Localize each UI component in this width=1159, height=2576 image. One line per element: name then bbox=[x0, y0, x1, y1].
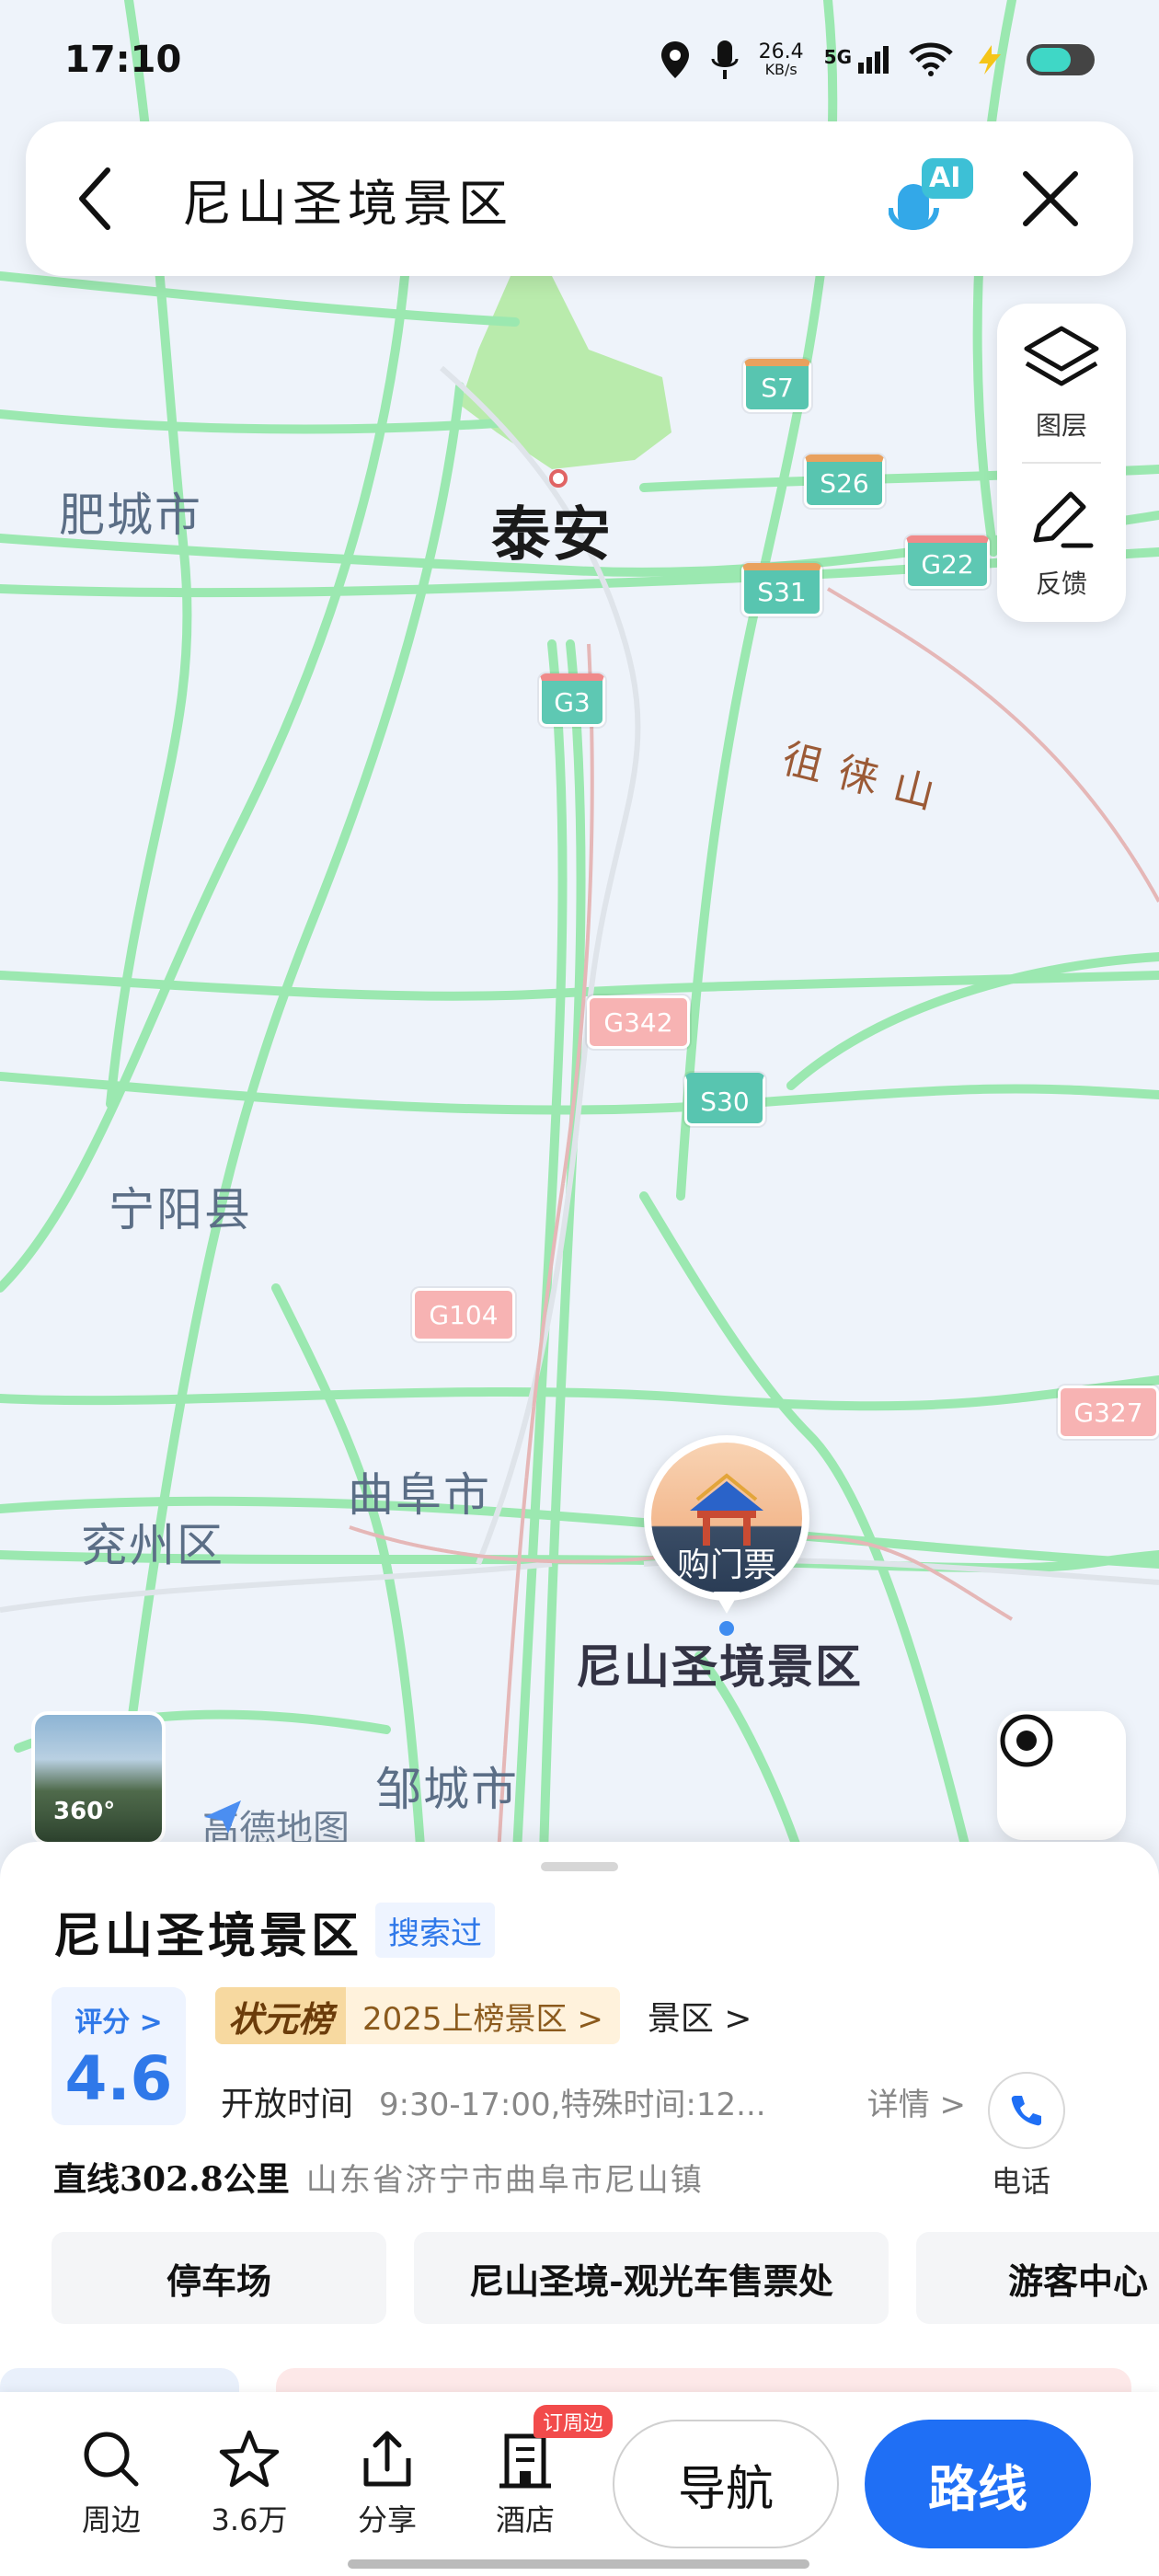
map-view[interactable]: 肥城市 泰安 徂徕山 宁阳县 曲阜市 兖州区 邹城市 尼山圣境景区 S7 S26… bbox=[0, 0, 1159, 1886]
rating-value: 4.6 bbox=[64, 2042, 173, 2114]
nearby-label: 周边 bbox=[81, 2502, 141, 2537]
signal-icon: 5G bbox=[824, 46, 889, 74]
hotel-label: 酒店 bbox=[495, 2502, 555, 2537]
poi-type-link[interactable]: 景区 > bbox=[648, 1992, 752, 2040]
hours-detail-link[interactable]: 详情 > bbox=[867, 2079, 966, 2124]
next-section-peek bbox=[0, 2355, 1159, 2392]
taian-marker bbox=[549, 469, 568, 488]
chip-parking[interactable]: 停车场 bbox=[52, 2232, 386, 2324]
hours-label: 开放时间 bbox=[221, 2086, 354, 2123]
route-button[interactable]: 路线 bbox=[865, 2420, 1091, 2548]
shield-s26: S26 bbox=[804, 454, 885, 508]
locate-icon bbox=[1000, 1714, 1053, 1767]
favorite-button[interactable]: 3.6万 bbox=[180, 2429, 318, 2539]
place-feicheng: 肥城市 bbox=[59, 489, 202, 542]
chip-visitor-center[interactable]: 游客中心 bbox=[916, 2232, 1159, 2324]
home-indicator[interactable] bbox=[348, 2559, 809, 2569]
rank-chip[interactable]: 状元榜 2025上榜景区 > bbox=[215, 1987, 620, 2044]
nearby-button[interactable]: 周边 bbox=[42, 2429, 180, 2539]
shield-s30: S30 bbox=[684, 1073, 765, 1126]
rank-logo: 状元榜 bbox=[215, 1987, 347, 2044]
layers-icon bbox=[1024, 326, 1099, 386]
poi-pin[interactable]: 购门票 bbox=[644, 1435, 809, 1619]
address-row: 直线302.8公里 山东省济宁市曲阜市尼山镇 bbox=[53, 2153, 704, 2201]
net-speed: 26.4 KB/s bbox=[759, 42, 804, 77]
ai-badge: AI bbox=[929, 162, 961, 194]
buy-ticket-label[interactable]: 购门票 bbox=[657, 1538, 797, 1586]
star-icon bbox=[219, 2430, 280, 2488]
map-roads bbox=[0, 0, 1159, 1886]
poi-title: 尼山圣境景区 bbox=[53, 1908, 363, 1964]
chip-shuttle-ticket[interactable]: 尼山圣境-观光车售票处 bbox=[414, 2232, 889, 2324]
back-arrow-icon bbox=[79, 167, 110, 230]
mic-status-icon bbox=[711, 40, 739, 79]
back-button[interactable] bbox=[63, 167, 127, 231]
searched-badge: 搜索过 bbox=[375, 1903, 495, 1958]
close-icon bbox=[1023, 171, 1078, 226]
distance: 直线302.8公里 bbox=[53, 2160, 290, 2199]
shield-g327: G327 bbox=[1058, 1386, 1159, 1439]
pano-360-label: 360° bbox=[53, 1798, 116, 1825]
rank-text: 2025上榜景区 > bbox=[362, 2000, 603, 2038]
search-query[interactable]: 尼山圣境景区 bbox=[182, 163, 513, 236]
shield-g342: G342 bbox=[587, 995, 690, 1049]
panorama-thumbnail[interactable]: 360° bbox=[31, 1711, 166, 1846]
search-icon bbox=[84, 2432, 139, 2487]
pin-circle: 购门票 bbox=[644, 1435, 809, 1601]
hotel-tag: 订周边 bbox=[534, 2405, 614, 2438]
phone-button[interactable] bbox=[988, 2072, 1065, 2149]
place-taian: 泰安 bbox=[491, 501, 613, 569]
net-speed-unit: KB/s bbox=[764, 61, 798, 78]
navigate-button[interactable]: 导航 bbox=[613, 2420, 839, 2548]
edit-pen-icon bbox=[1033, 491, 1094, 548]
sub-poi-chips: 停车场 尼山圣境-观光车售票处 游客中心 bbox=[52, 2232, 1159, 2324]
network-type: 5G bbox=[823, 46, 852, 68]
phone-label: 电话 bbox=[992, 2164, 1051, 2199]
hours-row[interactable]: 开放时间 9:30-17:00,特殊时间:12... 详情 > bbox=[221, 2076, 966, 2127]
favorite-count: 3.6万 bbox=[211, 2502, 288, 2537]
shield-s7: S7 bbox=[743, 359, 811, 412]
rating-label: 评分 > bbox=[75, 2006, 163, 2039]
place-zoucheng: 邹城市 bbox=[375, 1763, 519, 1816]
address: 山东省济宁市曲阜市尼山镇 bbox=[305, 2161, 704, 2199]
share-button[interactable]: 分享 bbox=[318, 2429, 456, 2539]
status-bar: 17:10 26.4 KB/s 5G bbox=[0, 0, 1159, 120]
shield-g3: G3 bbox=[539, 673, 605, 727]
map-tools-panel: 图层 反馈 bbox=[997, 304, 1126, 622]
ai-voice-button[interactable]: AI bbox=[888, 153, 981, 245]
share-icon bbox=[363, 2431, 411, 2487]
location-icon bbox=[660, 41, 689, 78]
hours-value: 9:30-17:00,特殊时间:12... bbox=[379, 2086, 766, 2123]
feedback-button[interactable]: 反馈 bbox=[997, 464, 1126, 622]
hotel-button[interactable]: 订周边 酒店 bbox=[456, 2405, 614, 2539]
search-bar[interactable]: 尼山圣境景区 AI bbox=[26, 121, 1133, 276]
sheet-drag-handle[interactable] bbox=[541, 1862, 618, 1871]
wifi-icon bbox=[909, 42, 953, 76]
rank-row: 状元榜 2025上榜景区 > 景区 > bbox=[215, 1987, 752, 2044]
battery-icon bbox=[1027, 44, 1095, 75]
close-button[interactable] bbox=[1014, 162, 1087, 236]
shield-g104: G104 bbox=[412, 1288, 515, 1341]
shield-s31: S31 bbox=[741, 563, 822, 616]
layers-label: 图层 bbox=[1035, 410, 1087, 441]
charging-icon bbox=[979, 45, 1001, 75]
park-area bbox=[460, 276, 671, 469]
rating-box[interactable]: 评分 > 4.6 bbox=[52, 1987, 186, 2125]
shield-g22: G22 bbox=[905, 535, 990, 589]
poi-map-label[interactable]: 尼山圣境景区 bbox=[576, 1630, 863, 1696]
phone-icon bbox=[1011, 2096, 1041, 2126]
feedback-label: 反馈 bbox=[1035, 569, 1087, 599]
net-speed-value: 26.4 bbox=[758, 40, 804, 63]
place-yanzhou: 兖州区 bbox=[81, 1519, 224, 1572]
share-label: 分享 bbox=[357, 2502, 417, 2537]
place-qufu: 曲阜市 bbox=[348, 1468, 491, 1522]
pin-tail bbox=[714, 1592, 740, 1614]
status-time: 17:10 bbox=[64, 39, 182, 81]
amap-arrow-icon bbox=[204, 1800, 241, 1834]
layers-button[interactable]: 图层 bbox=[997, 304, 1126, 462]
locate-button[interactable] bbox=[997, 1711, 1126, 1840]
place-ningyang: 宁阳县 bbox=[109, 1183, 252, 1236]
bottom-action-bar: 周边 3.6万 分享 订周边 酒店 导航 路线 bbox=[0, 2392, 1159, 2576]
status-icons: 26.4 KB/s 5G bbox=[660, 39, 1095, 81]
